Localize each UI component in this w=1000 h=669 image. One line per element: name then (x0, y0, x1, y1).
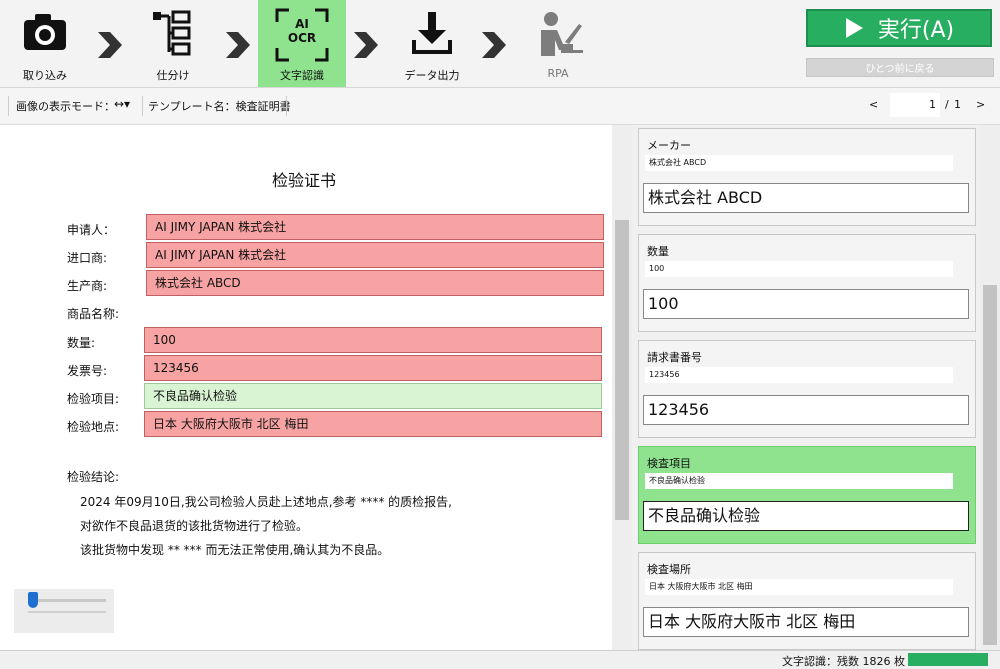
zoom-slider-thumb[interactable] (28, 592, 38, 608)
doc-paragraph: 对欲作不良品退货的该批货物进行了检验。 (80, 519, 309, 533)
doc-paragraph: 2024 年09月10日,我公司检验人员赴上述地点,参考 **** 的质检报告, (80, 495, 452, 509)
field-card-quantity[interactable]: 数量 100 100 (638, 234, 976, 332)
document-image-panel[interactable]: 检验证书 申请人： AI JIMY JAPAN 株式会社 进口商: AI JIM… (0, 125, 612, 650)
doc-label-manufacturer: 生产商: (67, 279, 108, 293)
doc-label-quantity: 数量: (67, 336, 96, 350)
ocr-region-inspection-item[interactable]: 不良品确认检验 (144, 383, 602, 409)
field-raw-text: 不良品确认检验 (645, 473, 953, 489)
step-import[interactable]: 取り込み (8, 0, 82, 87)
page-total: 1 (954, 98, 961, 111)
back-button[interactable]: ひとつ前に戻る (806, 58, 994, 77)
step-ocr-label: 文字認識 (280, 69, 324, 82)
step-rpa-label: RPA (547, 67, 569, 80)
field-card-invoice-number[interactable]: 請求書番号 123456 123456 (638, 340, 976, 438)
field-raw-text: 100 (645, 261, 953, 277)
doc-label-inspection-place: 检验地点: (67, 420, 120, 434)
field-card-inspection-place[interactable]: 検査場所 日本 大阪府大阪市 北区 梅田 日本 大阪府大阪市 北区 梅田 (638, 552, 976, 650)
chevron-right-icon (352, 30, 380, 64)
page-current: 1 (929, 98, 936, 111)
ai-ocr-icon-text: AI OCR (287, 17, 317, 45)
doc-paragraph: 该批货物中发现 ** *** 而无法正常使用,确认其为不良品。 (80, 543, 390, 557)
step-data-output-label: データ出力 (404, 69, 460, 82)
page-separator: / (945, 98, 949, 111)
field-value-input[interactable]: 日本 大阪府大阪市 北区 梅田 (643, 607, 969, 637)
scrollbar-thumb[interactable] (615, 220, 629, 520)
next-page-button[interactable]: > (976, 98, 985, 111)
back-button-label: ひとつ前に戻る (865, 64, 935, 75)
chevron-right-icon (480, 30, 508, 64)
field-card-inspection-item[interactable]: 検査項目 不良品确认检验 不良品确认检验 (638, 446, 976, 544)
workflow-toolbar: 取り込み 仕分け AI OCR 文字認識 データ出力 RPA 実行(A) ひとつ… (0, 0, 1000, 88)
status-indicator (908, 653, 988, 666)
fields-scrollbar[interactable] (980, 125, 1000, 650)
template-name: テンプレート名：検査証明書 (148, 100, 291, 113)
field-title: 検査場所 (647, 563, 691, 576)
step-data-output[interactable]: データ出力 (392, 0, 472, 87)
display-mode-dropdown[interactable]: ↔▾ (114, 97, 130, 111)
field-value-input[interactable]: 株式会社 ABCD (643, 183, 969, 213)
sort-tree-icon (151, 10, 195, 62)
scrollbar-thumb[interactable] (983, 285, 997, 645)
field-title: 検査項目 (647, 457, 691, 470)
zoom-slider-scale (28, 611, 106, 613)
run-button-label: 実行(A) (877, 18, 955, 43)
step-import-label: 取り込み (23, 69, 67, 82)
doc-label-applicant: 申请人： (67, 223, 116, 237)
field-title: 数量 (647, 245, 669, 258)
ocr-region-applicant[interactable]: AI JIMY JAPAN 株式会社 (146, 214, 604, 240)
ocr-fields-panel: メーカー 株式会社 ABCD 株式会社 ABCD 数量 100 100 請求書番… (632, 125, 980, 650)
divider (8, 96, 9, 116)
field-raw-text: 123456 (645, 367, 953, 383)
step-ocr[interactable]: AI OCR 文字認識 (258, 0, 346, 87)
ocr-region-quantity[interactable]: 100 (144, 327, 602, 353)
doc-conclusion-label: 检验结论: (67, 470, 120, 484)
chevron-right-icon (96, 30, 124, 64)
field-card-maker[interactable]: メーカー 株式会社 ABCD 株式会社 ABCD (638, 128, 976, 226)
play-icon (845, 18, 863, 38)
field-title: 請求書番号 (647, 351, 702, 364)
doc-label-invoice-no: 发票号: (67, 364, 108, 378)
divider (286, 96, 287, 116)
step-sort[interactable]: 仕分け (136, 0, 210, 87)
download-icon (410, 10, 454, 60)
step-rpa[interactable]: RPA (520, 0, 596, 87)
view-options-bar: 画像の表示モード： ↔▾ テンプレート名：検査証明書 < 1 / 1 > (0, 88, 1000, 125)
zoom-slider[interactable] (14, 589, 114, 633)
document-scrollbar[interactable] (612, 125, 632, 650)
ai-ocr-icon: AI OCR (275, 8, 329, 66)
field-value-input[interactable]: 100 (643, 289, 969, 319)
camera-icon (20, 10, 70, 58)
status-bar: 文字認識：残数 1826 枚 (0, 650, 1000, 668)
field-raw-text: 日本 大阪府大阪市 北区 梅田 (645, 579, 953, 595)
prev-page-button[interactable]: < (869, 98, 878, 111)
doc-label-inspection-item: 检验项目: (67, 392, 120, 406)
robot-worker-icon (533, 10, 583, 62)
chevron-right-icon (224, 30, 252, 64)
run-button[interactable]: 実行(A) (806, 9, 992, 47)
document-title: 检验证书 (272, 171, 337, 190)
ocr-region-manufacturer[interactable]: 株式会社 ABCD (146, 270, 604, 296)
field-title: メーカー (647, 139, 691, 152)
field-value-input[interactable]: 不良品确认检验 (643, 501, 969, 531)
display-mode-label: 画像の表示モード： (16, 100, 115, 113)
ocr-region-invoice-no[interactable]: 123456 (144, 355, 602, 381)
divider (142, 96, 143, 116)
page-number-input[interactable]: 1 (890, 93, 940, 117)
field-value-input[interactable]: 123456 (643, 395, 969, 425)
zoom-slider-track (28, 599, 106, 602)
step-sort-label: 仕分け (156, 69, 190, 82)
doc-label-importer: 进口商: (67, 251, 108, 265)
ocr-region-importer[interactable]: AI JIMY JAPAN 株式会社 (146, 242, 604, 268)
field-raw-text: 株式会社 ABCD (645, 155, 953, 171)
ocr-region-inspection-place[interactable]: 日本 大阪府大阪市 北区 梅田 (144, 411, 602, 437)
doc-label-product-name: 商品名称: (67, 307, 120, 321)
